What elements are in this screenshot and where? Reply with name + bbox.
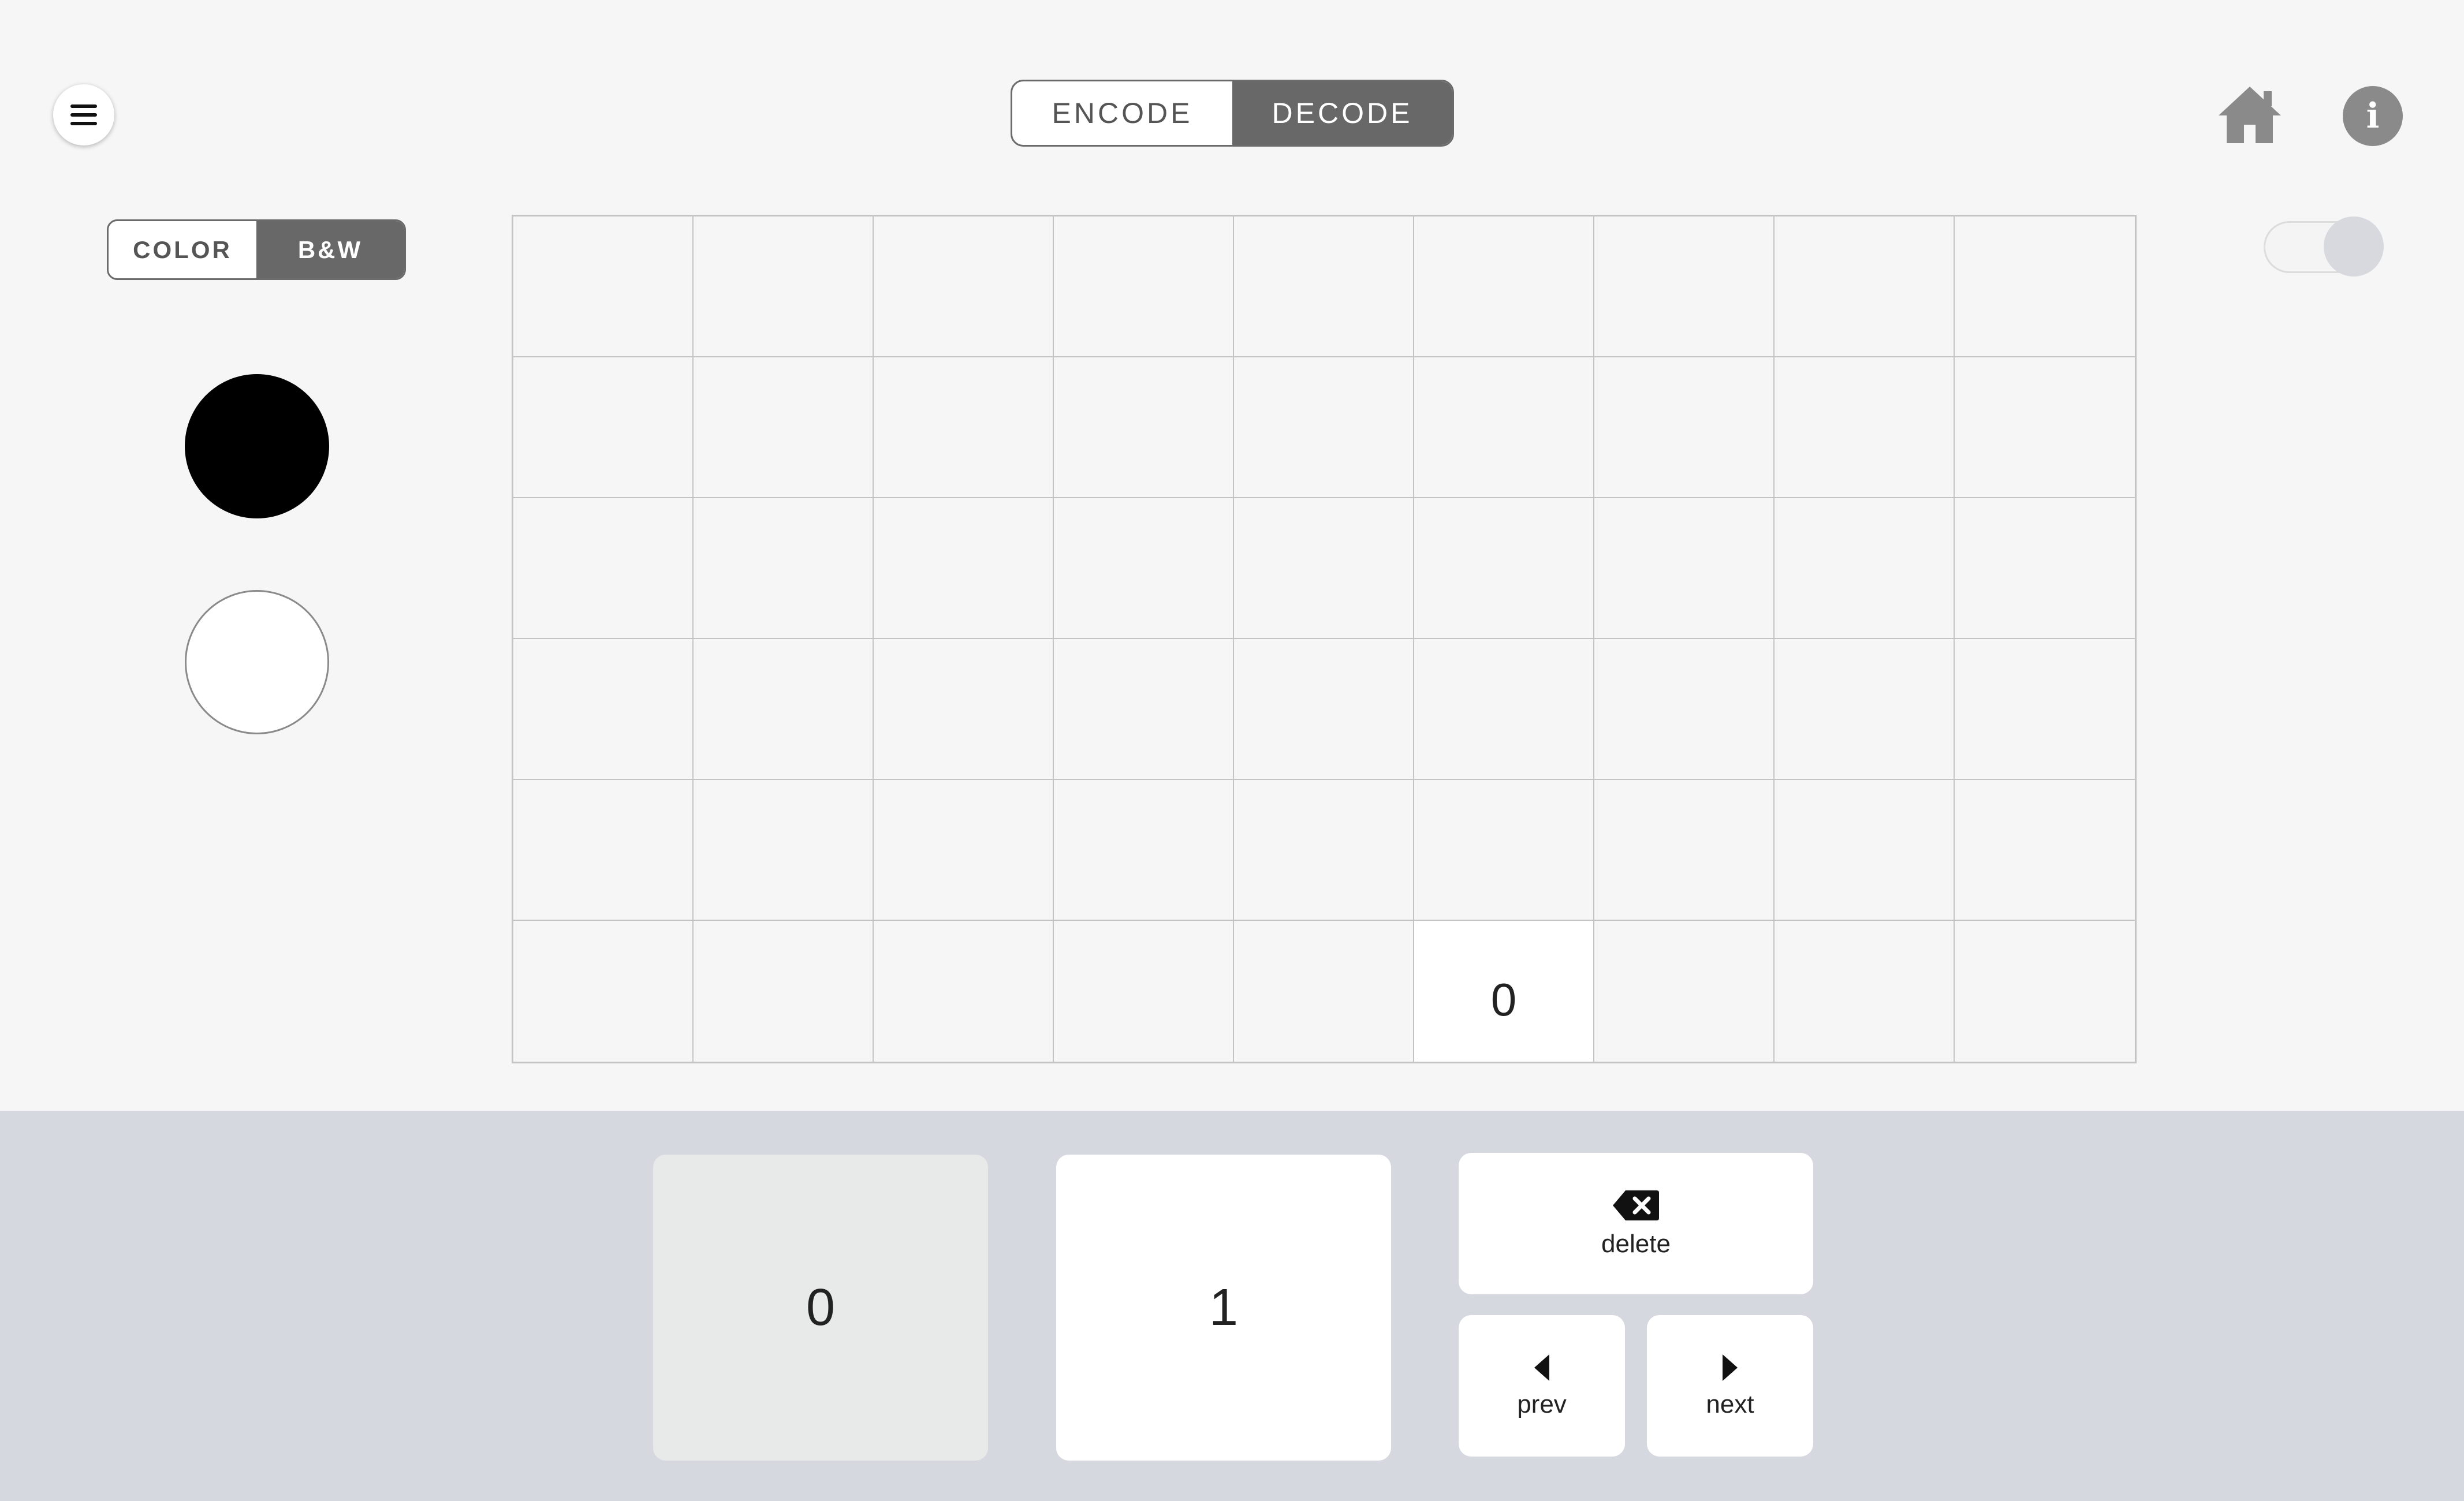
home-button[interactable]	[2216, 84, 2283, 144]
grid-cell[interactable]	[694, 921, 874, 1062]
prev-button[interactable]: prev	[1459, 1315, 1625, 1457]
grid-cell[interactable]	[1955, 921, 2135, 1062]
grid-cell[interactable]	[1234, 780, 1414, 921]
grid-cell[interactable]	[694, 780, 874, 921]
grid-cell[interactable]	[874, 357, 1054, 498]
prev-label: prev	[1517, 1390, 1567, 1418]
grid-cell[interactable]	[1414, 216, 1594, 357]
delete-label: delete	[1601, 1229, 1671, 1258]
menu-button[interactable]	[53, 84, 114, 145]
grid-cell[interactable]	[1414, 357, 1594, 498]
toggle-switch-knob[interactable]	[2324, 216, 2384, 277]
key-zero-label: 0	[806, 1278, 836, 1336]
grid-cell[interactable]	[1234, 498, 1414, 639]
grid-cell[interactable]	[1594, 216, 1775, 357]
caret-right-icon	[1723, 1354, 1738, 1381]
grid-cell[interactable]	[513, 498, 694, 639]
swatch-black[interactable]	[185, 374, 329, 518]
grid-cell[interactable]	[1054, 639, 1234, 780]
key-one-label: 1	[1209, 1278, 1239, 1336]
info-button[interactable]: i	[2343, 86, 2403, 146]
grid-cell[interactable]	[1234, 639, 1414, 780]
grid-cell[interactable]	[1594, 639, 1775, 780]
caret-left-icon	[1534, 1354, 1549, 1381]
grid-cell[interactable]	[1054, 780, 1234, 921]
grid-cell[interactable]	[1054, 498, 1234, 639]
grid-cell[interactable]	[874, 921, 1054, 1062]
grid-cell[interactable]	[1594, 921, 1775, 1062]
grid-cell[interactable]	[874, 216, 1054, 357]
key-one[interactable]: 1	[1056, 1155, 1391, 1461]
grid-cell[interactable]	[694, 216, 874, 357]
next-button[interactable]: next	[1647, 1315, 1813, 1457]
grid-cell[interactable]	[1594, 357, 1775, 498]
tab-encode[interactable]: ENCODE	[1012, 81, 1232, 145]
grid-cell[interactable]	[1775, 780, 1955, 921]
grid-cell[interactable]: 0	[1414, 921, 1594, 1062]
grid-cell[interactable]	[1414, 639, 1594, 780]
grid-cell[interactable]	[1955, 780, 2135, 921]
grid-cell[interactable]	[513, 780, 694, 921]
grid-cell[interactable]	[513, 216, 694, 357]
grid-cell[interactable]	[1414, 498, 1594, 639]
grid-cell[interactable]	[1054, 357, 1234, 498]
tab-decode[interactable]: DECODE	[1232, 81, 1452, 145]
grid-cell[interactable]	[874, 498, 1054, 639]
message-grid: 0	[512, 215, 2137, 1063]
grid-cell[interactable]	[1054, 216, 1234, 357]
grid-cell[interactable]	[1775, 216, 1955, 357]
grid-cell[interactable]	[1955, 216, 2135, 357]
grid-cell[interactable]	[1234, 921, 1414, 1062]
grid-cell[interactable]	[1594, 780, 1775, 921]
tab-bw[interactable]: B&W	[256, 221, 404, 278]
grid-cell[interactable]	[513, 639, 694, 780]
grid-cell[interactable]	[874, 780, 1054, 921]
color-mode-toggle: COLOR B&W	[107, 219, 406, 280]
grid-cell[interactable]	[1775, 498, 1955, 639]
grid-cell[interactable]	[694, 498, 874, 639]
grid-cell[interactable]	[694, 357, 874, 498]
info-icon: i	[2366, 96, 2380, 136]
grid-cell[interactable]	[1955, 498, 2135, 639]
grid-cell[interactable]	[1955, 357, 2135, 498]
home-icon	[2219, 87, 2281, 143]
next-label: next	[1706, 1390, 1754, 1418]
key-zero[interactable]: 0	[653, 1155, 988, 1461]
grid-cell[interactable]	[1234, 357, 1414, 498]
delete-button[interactable]: delete	[1459, 1153, 1813, 1294]
grid-cell[interactable]	[874, 639, 1054, 780]
grid-cell[interactable]	[1775, 921, 1955, 1062]
grid-cell[interactable]	[1775, 357, 1955, 498]
mode-toggle: ENCODE DECODE	[1011, 80, 1454, 147]
grid-cell[interactable]	[1594, 498, 1775, 639]
grid-cell[interactable]	[1054, 921, 1234, 1062]
grid-cell[interactable]	[1414, 780, 1594, 921]
grid-cell[interactable]	[1775, 639, 1955, 780]
backspace-icon	[1613, 1190, 1659, 1220]
grid-cell[interactable]	[694, 639, 874, 780]
grid-cell[interactable]	[513, 357, 694, 498]
grid-cell[interactable]	[1955, 639, 2135, 780]
swatch-white[interactable]	[185, 590, 329, 734]
tab-color[interactable]: COLOR	[109, 221, 256, 278]
grid-cell[interactable]	[513, 921, 694, 1062]
hamburger-icon	[70, 104, 97, 125]
grid-cell[interactable]	[1234, 216, 1414, 357]
